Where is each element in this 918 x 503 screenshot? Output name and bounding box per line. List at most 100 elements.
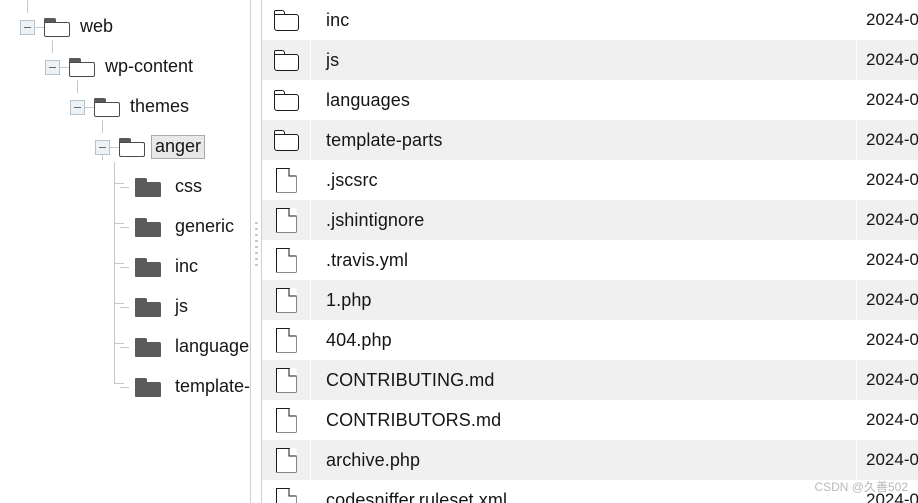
tree-item-label[interactable]: themes [126,95,193,119]
code-file-icon [275,327,297,353]
tree-line [102,120,103,133]
folder-solid-icon [135,177,161,197]
file-row-icon-cell [262,200,310,240]
tree-item-label[interactable]: template-parts [171,375,250,399]
tree-item-label[interactable]: anger [151,135,206,159]
tree-item-js[interactable]: js [120,293,192,321]
file-name-cell[interactable]: .travis.yml [310,240,856,280]
file-list-row[interactable]: template-parts 2024-0 [262,120,918,160]
tree-item-label[interactable]: web [76,15,117,39]
file-row-icon-cell [262,480,310,503]
file-name-cell[interactable]: CONTRIBUTING.md [310,360,856,400]
file-row-icon-cell [262,320,310,360]
tree-item-wp-content[interactable]: wp-content [45,53,197,81]
file-icon [275,247,297,273]
folder-solid-icon [135,297,161,317]
folder-open-outline-icon [44,17,70,37]
directory-tree-pane[interactable]: web wp-content themes anger css generic inc js l… [0,0,250,503]
file-list-row[interactable]: js 2024-0 [262,40,918,80]
tree-item-css[interactable]: css [120,173,206,201]
tree-line [77,80,78,93]
code-file-icon [275,487,297,503]
file-name-cell[interactable]: languages [310,80,856,120]
file-list-row[interactable]: 1.php 2024-0 [262,280,918,320]
folder-solid-icon [135,257,161,277]
file-row-icon-cell [262,360,310,400]
tree-connector-dash [120,186,129,188]
file-name-cell[interactable]: js [310,40,856,80]
tree-item-languages[interactable]: languages [120,333,250,361]
file-date-cell: 2024-0 [866,10,918,29]
file-name-cell[interactable]: 1.php [310,280,856,320]
file-list-row[interactable]: .jscsrc 2024-0 [262,160,918,200]
file-date-cell: 2024-0 [866,210,918,229]
file-icon [275,407,297,433]
tree-item-label[interactable]: css [171,175,206,199]
folder-icon [273,9,299,31]
file-icon [275,167,297,193]
file-date-cell: 2024-0 [866,50,918,69]
file-list-row[interactable]: 404.php 2024-0 [262,320,918,360]
tree-item-label[interactable]: wp-content [101,55,197,79]
tree-line [114,162,115,383]
file-icon [275,207,297,233]
tree-expander-collapse-icon[interactable] [70,99,85,115]
folder-open-outline-icon [69,57,95,77]
tree-connector-dash [120,306,129,308]
file-list-pane[interactable]: inc 2024-0 js 2024-0 languages 2024-0 template… [262,0,918,503]
tree-item-anger[interactable]: anger [95,133,206,161]
folder-open-outline-icon [119,137,145,157]
file-date-cell: 2024-0 [866,330,918,349]
file-row-icon-cell [262,280,310,320]
file-icon [275,367,297,393]
file-row-icon-cell [262,120,310,160]
tree-item-label[interactable]: inc [171,255,202,279]
file-date-cell: 2024-0 [866,290,918,309]
tree-item-themes[interactable]: themes [70,93,193,121]
folder-solid-icon [135,217,161,237]
file-list-row[interactable]: .travis.yml 2024-0 [262,240,918,280]
file-row-icon-cell [262,400,310,440]
folder-icon [273,89,299,111]
file-row-icon-cell [262,240,310,280]
folder-solid-icon [135,337,161,357]
folder-solid-icon [135,377,161,397]
file-list-rows[interactable]: inc 2024-0 js 2024-0 languages 2024-0 template… [262,0,918,503]
tree-line [52,40,53,53]
tree-item-template-parts[interactable]: template-parts [120,373,250,401]
tree-item-generic[interactable]: generic [120,213,238,241]
code-file-icon [275,447,297,473]
file-date-cell: 2024-0 [866,410,918,429]
tree-item-label[interactable]: generic [171,215,238,239]
file-date-cell: 2024-0 [866,170,918,189]
file-name-cell[interactable]: CONTRIBUTORS.md [310,400,856,440]
pane-splitter[interactable] [250,0,262,503]
splitter-grip-icon[interactable] [255,222,258,268]
file-list-row[interactable]: .jshintignore 2024-0 [262,200,918,240]
file-date-cell: 2024-0 [866,370,918,389]
file-list-row[interactable]: archive.php 2024-0 [262,440,918,480]
file-name-cell[interactable]: template-parts [310,120,856,160]
file-row-icon-cell [262,0,310,40]
tree-expander-collapse-icon[interactable] [20,19,35,35]
tree-item-inc[interactable]: inc [120,253,202,281]
tree-item-label[interactable]: languages [171,335,250,359]
file-manager-window: web wp-content themes anger css generic inc js l… [0,0,918,503]
file-name-cell[interactable]: .jshintignore [310,200,856,240]
folder-icon [273,49,299,71]
file-name-cell[interactable]: .jscsrc [310,160,856,200]
file-list-row[interactable]: CONTRIBUTING.md 2024-0 [262,360,918,400]
file-list-row[interactable]: CONTRIBUTORS.md 2024-0 [262,400,918,440]
file-name-cell[interactable]: archive.php [310,440,856,480]
tree-expander-collapse-icon[interactable] [45,59,60,75]
file-name-cell[interactable]: codesniffer.ruleset.xml [310,480,856,503]
tree-connector-dash [35,26,44,28]
tree-item-label[interactable]: js [171,295,192,319]
file-name-cell[interactable]: 404.php [310,320,856,360]
tree-expander-collapse-icon[interactable] [95,139,110,155]
file-list-row[interactable]: inc 2024-0 [262,0,918,40]
file-list-row[interactable]: languages 2024-0 [262,80,918,120]
tree-item-web[interactable]: web [20,13,117,41]
tree-connector-dash [60,66,69,68]
file-name-cell[interactable]: inc [310,0,856,40]
